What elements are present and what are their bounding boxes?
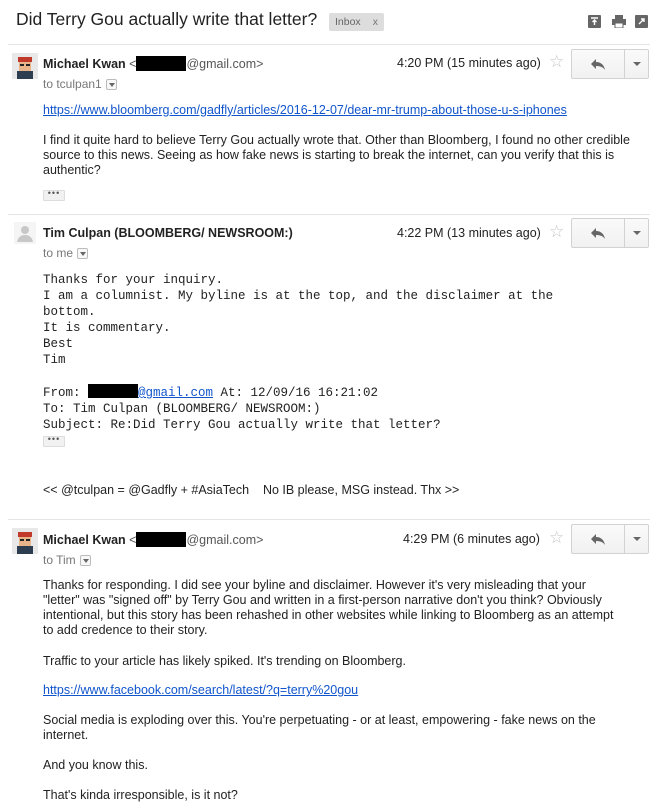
print-icon[interactable] [612, 15, 626, 28]
recipient-line: to Tim [43, 553, 91, 567]
sender-avatar [14, 222, 36, 244]
body-line: Best [43, 337, 74, 351]
facebook-search-link[interactable]: https://www.facebook.com/search/latest/?… [43, 683, 358, 697]
more-actions-button[interactable] [624, 525, 648, 553]
star-icon[interactable]: ☆ [549, 529, 564, 546]
message-divider [8, 44, 650, 45]
star-icon[interactable]: ☆ [549, 53, 564, 70]
show-details-dropdown[interactable] [79, 555, 91, 566]
message-body: https://www.bloomberg.com/gadfly/article… [43, 103, 633, 118]
star-icon[interactable]: ☆ [549, 223, 564, 240]
article-link[interactable]: https://www.bloomberg.com/gadfly/article… [43, 103, 567, 117]
message-paragraph: And you know this. [43, 758, 148, 772]
body-line: It is commentary. [43, 321, 171, 335]
show-details-dropdown[interactable] [77, 248, 89, 259]
message-paragraph: I find it quite hard to believe Terry Go… [43, 133, 630, 177]
message-time: 4:22 PM (13 minutes ago) [397, 226, 541, 240]
inbox-label[interactable]: Inbox x [329, 13, 384, 31]
message-time: 4:29 PM (6 minutes ago) [403, 532, 540, 546]
new-window-icon[interactable] [635, 15, 648, 28]
body-line: Thanks for your inquiry. [43, 273, 224, 287]
sender-email: < @gmail.com> [129, 56, 264, 71]
message-paragraph: That's kinda irresponsible, is it not? [43, 788, 238, 802]
thread-subject: Did Terry Gou actually write that letter… [16, 9, 318, 29]
recipient-text: to Tim [43, 553, 76, 567]
reply-button-group [571, 524, 649, 554]
message-paragraph: Traffic to your article has likely spike… [43, 654, 406, 668]
reply-icon [591, 534, 605, 545]
sender-avatar [12, 528, 38, 554]
expand-all-icon[interactable] [588, 15, 601, 28]
reply-button-group [571, 218, 649, 248]
sender-line: Michael Kwan < @gmail.com> [43, 56, 263, 71]
sender-name: Michael Kwan [43, 533, 126, 547]
message-paragraph: Thanks for responding. I did see your by… [43, 578, 614, 637]
reply-button[interactable] [572, 219, 624, 247]
sender-name: Tim Culpan (BLOOMBERG/ NEWSROOM:) [43, 226, 293, 240]
quoted-header: From: @gmail.com At: 12/09/16 16:21:02 To… [43, 384, 633, 433]
quoted-subject-line: Subject: Re:Did Terry Gou actually write… [43, 418, 441, 432]
quoted-to-line: To: Tim Culpan (BLOOMBERG/ NEWSROOM:) [43, 402, 321, 416]
body-line: Tim [43, 353, 66, 367]
message-body: Thanks for your inquiry. I am a columnist… [43, 272, 633, 368]
message-paragraph: Social media is exploding over this. You… [43, 713, 596, 742]
message-divider [8, 214, 650, 215]
recipient-text: to me [43, 246, 74, 260]
body-line: I am a columnist. My byline is at the to… [43, 289, 554, 303]
reply-button[interactable] [572, 50, 624, 78]
reply-button[interactable] [572, 525, 624, 553]
body-line: bottom. [43, 305, 96, 319]
show-details-dropdown[interactable] [105, 79, 117, 90]
message-body: https://www.facebook.com/search/latest/?… [43, 683, 633, 698]
remove-label-button[interactable]: x [373, 16, 378, 28]
recipient-line: to me [43, 246, 89, 260]
signature: << @tculpan = @Gadfly + #AsiaTech No IB … [43, 483, 460, 497]
sender-name: Michael Kwan [43, 57, 126, 71]
message-divider [8, 519, 650, 520]
quoted-email-link[interactable]: @gmail.com [138, 386, 213, 400]
sender-line: Michael Kwan < @gmail.com> [43, 532, 263, 547]
show-trimmed-content-button[interactable]: ••• [43, 189, 65, 201]
reply-button-group [571, 49, 649, 79]
recipient-text: to tculpan1 [43, 77, 102, 91]
redacted-block [136, 532, 187, 547]
redacted-block [136, 56, 187, 71]
more-actions-button[interactable] [624, 219, 648, 247]
recipient-line: to tculpan1 [43, 77, 117, 91]
message-time: 4:20 PM (15 minutes ago) [397, 56, 541, 70]
redacted-block [88, 384, 139, 398]
more-actions-button[interactable] [624, 50, 648, 78]
thread-header: Did Terry Gou actually write that letter… [0, 0, 658, 44]
quoted-from-line: From: @gmail.com At: 12/09/16 16:21:02 [43, 384, 379, 400]
reply-icon [591, 59, 605, 70]
reply-icon [591, 228, 605, 239]
sender-avatar [12, 53, 38, 79]
show-trimmed-content-button[interactable]: ••• [43, 435, 65, 447]
sender-email: < @gmail.com> [129, 532, 264, 547]
inbox-label-text: Inbox [335, 16, 361, 28]
